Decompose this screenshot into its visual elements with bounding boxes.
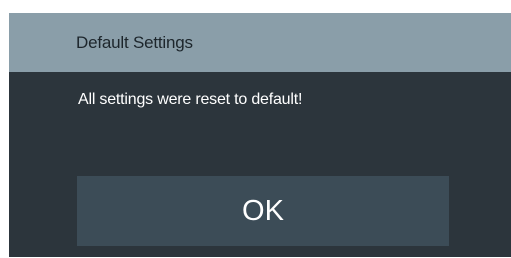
- dialog-title: Default Settings: [76, 33, 193, 52]
- dialog-message: All settings were reset to default!: [78, 91, 303, 108]
- default-settings-dialog: Default Settings All settings were reset…: [9, 13, 511, 257]
- ok-button[interactable]: OK: [77, 176, 449, 246]
- ok-button-label: OK: [242, 194, 284, 227]
- dialog-titlebar: Default Settings: [9, 13, 511, 72]
